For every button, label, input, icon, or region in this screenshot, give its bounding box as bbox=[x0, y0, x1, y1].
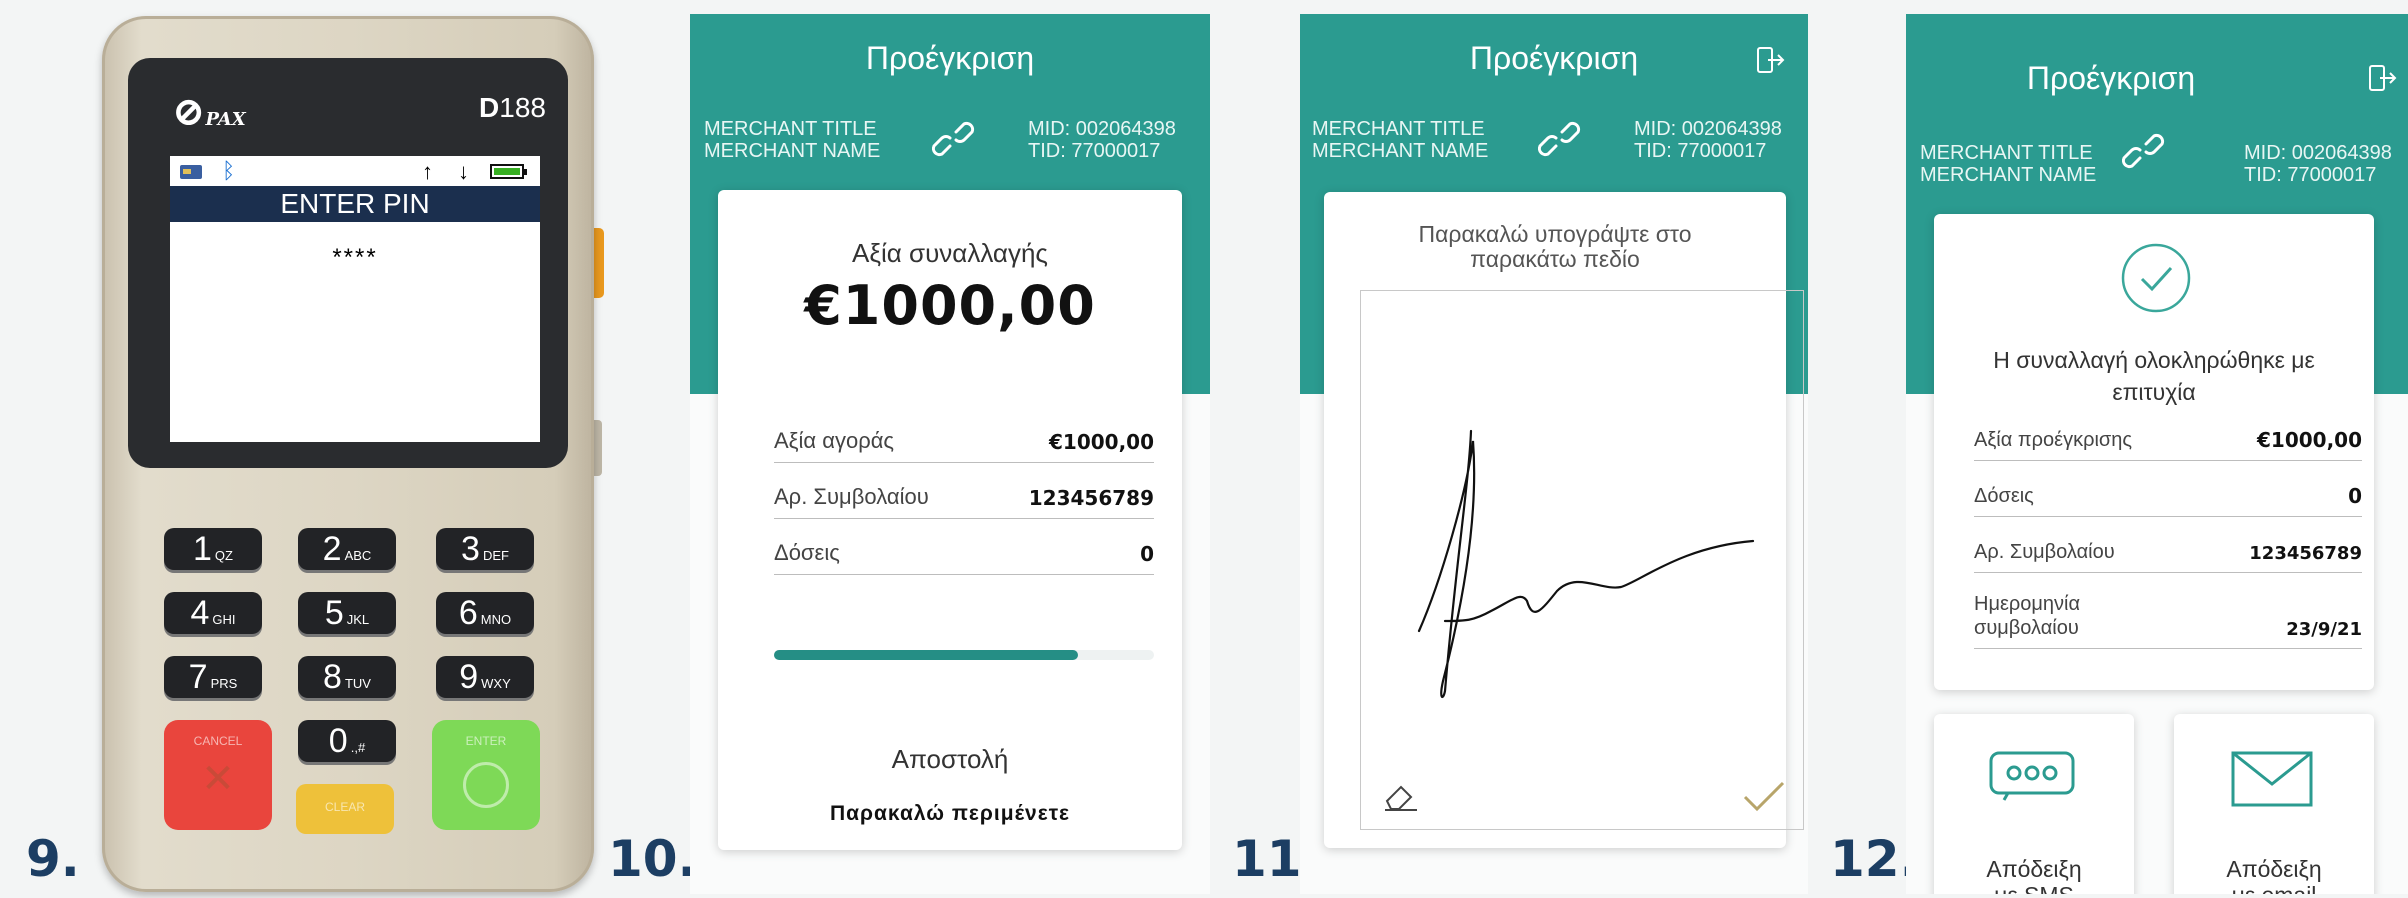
merchant-info: MERCHANT TITLE MERCHANT NAME bbox=[1312, 118, 1489, 162]
cancel-key[interactable]: CANCEL ✕ bbox=[164, 720, 272, 830]
success-message: Η συναλλαγή ολοκληρώθηκε με επιτυχία bbox=[1993, 347, 2315, 405]
pax-terminal: ⊘PAX D188 ᛒ ↑ ↓ ENTER PIN **** 1 QZ 2 ABC … bbox=[102, 16, 594, 892]
card-icon bbox=[180, 165, 202, 179]
header-title: Προέγκριση bbox=[1469, 40, 1639, 76]
success-check-icon bbox=[2121, 243, 2191, 313]
link-icon[interactable] bbox=[930, 116, 976, 162]
key-8[interactable]: 8 TUV bbox=[298, 656, 396, 698]
key-2[interactable]: 2 ABC bbox=[298, 528, 396, 570]
header-title: Προέγκριση bbox=[2026, 60, 2196, 96]
exit-icon[interactable] bbox=[2366, 62, 2398, 94]
confirm-check-icon[interactable] bbox=[1741, 779, 1787, 813]
terminal-bezel: ⊘PAX D188 ᛒ ↑ ↓ ENTER PIN **** bbox=[128, 58, 568, 468]
key-7[interactable]: 7 PRS bbox=[164, 656, 262, 698]
detail-row: Δόσεις 0 bbox=[774, 534, 1154, 575]
details-list: Αξία προέγκρισης €1000,00 Δόσεις 0 Αρ. Συμ… bbox=[1974, 420, 2362, 680]
key-4[interactable]: 4 GHI bbox=[164, 592, 262, 634]
detail-row: Αξία προέγκρισης €1000,00 bbox=[1974, 420, 2362, 461]
key-5[interactable]: 5 JKL bbox=[298, 592, 396, 634]
terminal-ids: MID: 002064398 TID: 77000017 bbox=[2244, 142, 2392, 186]
side-button-2[interactable] bbox=[594, 420, 602, 476]
side-button[interactable] bbox=[594, 228, 604, 298]
lcd-title: ENTER PIN bbox=[170, 186, 540, 222]
detail-row: Ημερομηνία συμβολαίου 23/9/21 bbox=[1974, 588, 2362, 649]
terminal-lcd: ᛒ ↑ ↓ ENTER PIN **** bbox=[170, 156, 540, 442]
details-list: Αξία αγοράς €1000,00 Αρ. Συμβολαίου 123456… bbox=[774, 422, 1154, 602]
email-receipt-button[interactable]: Απόδειξημε email bbox=[2174, 714, 2374, 894]
wait-text: Παρακαλώ περιμένετε bbox=[829, 802, 1071, 825]
lcd-status-bar: ᛒ ↑ ↓ bbox=[170, 156, 540, 186]
terminal-ids: MID: 002064398 TID: 77000017 bbox=[1028, 118, 1176, 162]
status-text: Αποστολή bbox=[891, 744, 1009, 774]
progress-track bbox=[774, 650, 1154, 660]
signature-drawing bbox=[1417, 429, 1755, 699]
detail-row: Αρ. Συμβολαίου 123456789 bbox=[1974, 532, 2362, 573]
sms-receipt-button[interactable]: Απόδειξημε SMS bbox=[1934, 714, 2134, 894]
screen-signature: Προέγκριση MERCHANT TITLE MERCHANT NAME M… bbox=[1300, 14, 1808, 894]
success-card: Η συναλλαγή ολοκληρώθηκε με επιτυχία Αξί… bbox=[1934, 214, 2374, 690]
bluetooth-icon: ᛒ bbox=[222, 158, 236, 183]
key-0[interactable]: 0 .,# bbox=[298, 720, 396, 762]
sms-icon bbox=[1989, 751, 2075, 801]
link-icon[interactable] bbox=[2120, 128, 2166, 174]
step-number-9: 9. bbox=[26, 830, 80, 888]
battery-icon bbox=[490, 164, 527, 179]
transaction-card: Αξία συναλλαγής €1000,00 Αξία αγοράς €100… bbox=[718, 190, 1182, 850]
detail-row: Αρ. Συμβολαίου 123456789 bbox=[774, 478, 1154, 519]
signature-pad[interactable] bbox=[1360, 290, 1804, 830]
pax-logo: ⊘PAX bbox=[172, 88, 246, 135]
key-9[interactable]: 9 WXY bbox=[436, 656, 534, 698]
detail-row: Αξία αγοράς €1000,00 bbox=[774, 422, 1154, 463]
screen-success: Προέγκριση MERCHANT TITLE MERCHANT NAME M… bbox=[1906, 14, 2408, 894]
screen-transaction: Προέγκριση MERCHANT TITLE MERCHANT NAME M… bbox=[690, 14, 1210, 894]
clear-key[interactable]: CLEAR bbox=[296, 784, 394, 834]
header-title: Προέγκριση bbox=[865, 40, 1035, 76]
merchant-info: MERCHANT TITLE MERCHANT NAME bbox=[704, 118, 881, 162]
merchant-info: MERCHANT TITLE MERCHANT NAME bbox=[1920, 142, 2097, 186]
email-icon bbox=[2231, 751, 2313, 807]
key-6[interactable]: 6 MNO bbox=[436, 592, 534, 634]
enter-circle-icon bbox=[463, 762, 509, 808]
signature-prompt: Παρακαλώ υπογράψτε στο παρακάτω πεδίο bbox=[1418, 221, 1692, 272]
enter-key[interactable]: ENTER bbox=[432, 720, 540, 830]
amount-label: Αξία συναλλαγής bbox=[852, 238, 1048, 268]
amount-value: €1000,00 bbox=[804, 274, 1096, 337]
pin-mask: **** bbox=[332, 244, 378, 271]
download-arrow-icon: ↓ bbox=[458, 159, 469, 184]
signature-card: Παρακαλώ υπογράψτε στο παρακάτω πεδίο bbox=[1324, 192, 1804, 848]
detail-row: Δόσεις 0 bbox=[1974, 476, 2362, 517]
key-3[interactable]: 3 DEF bbox=[436, 528, 534, 570]
model-label: D188 bbox=[479, 92, 546, 123]
eraser-icon[interactable] bbox=[1381, 779, 1421, 813]
terminal-ids: MID: 002064398 TID: 77000017 bbox=[1634, 118, 1782, 162]
link-icon[interactable] bbox=[1536, 116, 1582, 162]
step-number-10: 10. bbox=[608, 830, 697, 888]
upload-arrow-icon: ↑ bbox=[422, 159, 433, 184]
cancel-x-icon: ✕ bbox=[201, 757, 235, 801]
exit-icon[interactable] bbox=[1754, 44, 1786, 76]
progress-fill bbox=[774, 650, 1078, 660]
key-1[interactable]: 1 QZ bbox=[164, 528, 262, 570]
